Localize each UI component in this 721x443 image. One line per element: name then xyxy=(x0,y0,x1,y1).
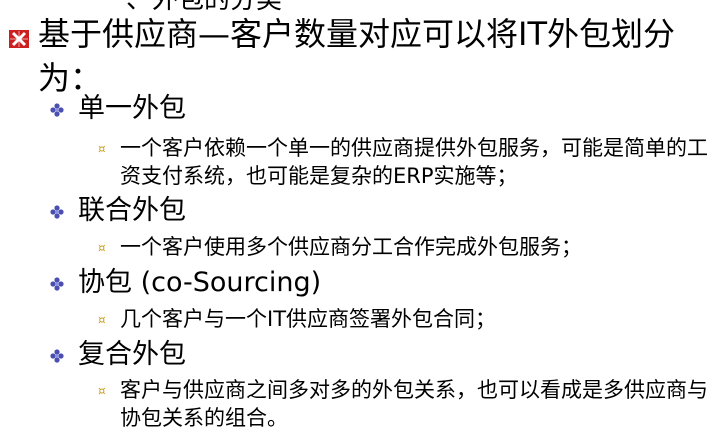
blue-flower-icon xyxy=(50,205,64,219)
item-detail: 客户与供应商之间多对多的外包关系，也可以看成是多供应商与协包关系的组合。 xyxy=(120,378,708,430)
item-label: 复合外包 xyxy=(78,339,186,370)
item-detail: 一个客户使用多个供应商分工合作完成外包服务； xyxy=(120,235,582,259)
item-label: 单一外包 xyxy=(78,93,186,124)
item-label: 联合外包 xyxy=(78,195,186,226)
item-detail: 几个客户与一个IT供应商签署外包合同； xyxy=(120,307,497,331)
blue-flower-icon xyxy=(50,349,64,363)
yellow-square-icon: ¤ xyxy=(98,241,106,255)
blue-flower-icon xyxy=(50,103,64,117)
item-detail: 一个客户依赖一个单一的供应商提供外包服务，可能是简单的工资支付系统，也可能是复杂… xyxy=(120,136,708,188)
yellow-square-icon: ¤ xyxy=(98,142,106,156)
yellow-square-icon: ¤ xyxy=(98,384,106,398)
item-label: 协包 (co-Sourcing) xyxy=(78,267,322,298)
heading-text: 基于供应商—客户数量对应可以将IT外包划分为： xyxy=(38,15,675,97)
red-x-square-icon xyxy=(9,30,29,48)
slide: 一、外包的分类 基于供应商—客户数量对应可以将IT外包划分为： 单一外包 ¤ 一… xyxy=(0,0,721,443)
yellow-square-icon: ¤ xyxy=(98,313,106,327)
blue-flower-icon xyxy=(50,277,64,291)
